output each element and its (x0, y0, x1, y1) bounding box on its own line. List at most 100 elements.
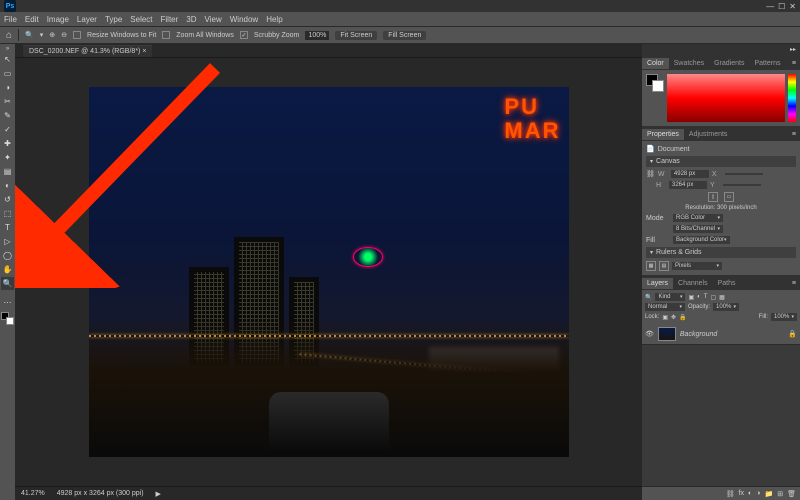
brush-tool[interactable]: ✦ (1, 151, 14, 164)
tab-color[interactable]: Color (642, 58, 669, 69)
tab-paths[interactable]: Paths (713, 278, 741, 289)
menu-3d[interactable]: 3D (186, 15, 196, 24)
move-tool[interactable]: ↖ (1, 53, 14, 66)
layer-mask-icon[interactable]: ◐ (748, 490, 752, 497)
lock-all-icon[interactable]: 🔒 (679, 314, 686, 321)
tab-swatches[interactable]: Swatches (669, 58, 709, 69)
filter-pixel-icon[interactable]: ▣ (688, 294, 694, 301)
pen-tool[interactable]: ▷ (1, 235, 14, 248)
fit-screen-button[interactable]: Fit Screen (335, 31, 377, 40)
layer-thumbnail[interactable] (658, 327, 676, 341)
menu-image[interactable]: Image (47, 15, 69, 24)
gradient-tool[interactable]: ⬚ (1, 207, 14, 220)
adjustment-layer-icon[interactable]: ◑ (756, 490, 760, 497)
layers-panel-menu-icon[interactable]: ≡ (788, 280, 800, 287)
lock-position-icon[interactable]: ✥ (671, 314, 676, 321)
fill-dropdown[interactable]: Background Color (673, 236, 730, 244)
blend-mode-dropdown[interactable]: Normal (645, 303, 685, 311)
delete-layer-icon[interactable]: 🗑 (787, 490, 796, 498)
close-button[interactable]: ✕ (789, 2, 796, 11)
layer-group-icon[interactable]: 📁 (765, 490, 774, 498)
tab-properties[interactable]: Properties (642, 129, 684, 140)
rulers-section-header[interactable]: Rulers & Grids (646, 247, 796, 258)
menu-layer[interactable]: Layer (77, 15, 97, 24)
collapse-panels-icon[interactable]: ▸▸ (790, 46, 796, 53)
tab-patterns[interactable]: Patterns (749, 58, 785, 69)
filter-adjust-icon[interactable]: ◐ (697, 294, 701, 300)
tab-gradients[interactable]: Gradients (709, 58, 749, 69)
menu-view[interactable]: View (205, 15, 222, 24)
layer-fx-icon[interactable]: fx (739, 490, 744, 497)
grid-toggle-icon[interactable]: ▤ (659, 261, 669, 271)
layer-name[interactable]: Background (680, 331, 717, 338)
menu-window[interactable]: Window (230, 15, 258, 24)
history-brush-tool[interactable]: ◐ (1, 179, 14, 192)
menu-file[interactable]: File (4, 15, 17, 24)
fill-screen-button[interactable]: Fill Screen (383, 31, 426, 40)
orientation-portrait-button[interactable]: ▯ (708, 192, 718, 202)
color-fgbg-swatch[interactable] (646, 74, 664, 92)
layer-visibility-icon[interactable]: 👁 (645, 330, 654, 338)
layer-filter-kind[interactable]: Kind (655, 293, 685, 301)
eyedropper-tool[interactable]: ✓ (1, 123, 14, 136)
bit-depth-dropdown[interactable]: 8 Bits/Channel (673, 225, 723, 233)
layer-fill-input[interactable]: 100% (771, 313, 797, 321)
canvas-section-header[interactable]: Canvas (646, 156, 796, 167)
close-tab-icon[interactable]: × (142, 48, 146, 55)
menu-filter[interactable]: Filter (161, 15, 179, 24)
rulers-unit-dropdown[interactable]: Pixels (672, 262, 722, 270)
zoom-tool[interactable]: 🔍 (1, 277, 14, 290)
link-wh-icon[interactable]: ⛓ (646, 170, 655, 178)
layer-item-background[interactable]: 👁 Background 🔒 (642, 324, 800, 345)
orientation-landscape-button[interactable]: ▭ (724, 192, 734, 202)
opacity-input[interactable]: 100% (713, 303, 739, 311)
menu-select[interactable]: Select (130, 15, 152, 24)
rulers-toggle-icon[interactable]: ▦ (646, 261, 656, 271)
zoom-out-icon[interactable]: ⊖ (61, 31, 67, 39)
status-chevron-icon[interactable]: ▶ (156, 490, 161, 498)
filter-smart-icon[interactable]: ▦ (719, 294, 725, 301)
layer-filter-icon[interactable]: 🔍 (645, 294, 652, 301)
marquee-tool[interactable]: ▭ (1, 67, 14, 80)
home-button[interactable]: ⌂ (6, 30, 12, 41)
width-input[interactable]: 4928 px (671, 170, 709, 178)
scrubby-zoom-checkbox[interactable] (240, 31, 248, 39)
height-input[interactable]: 3264 px (669, 181, 707, 189)
document-tab[interactable]: DSC_0200.NEF @ 41.3% (RGB/8*) × (23, 45, 152, 57)
shape-tool[interactable]: ◯ (1, 249, 14, 262)
crop-tool[interactable]: ✂ (1, 95, 14, 108)
document-canvas[interactable]: PUMAR (89, 87, 569, 457)
new-layer-icon[interactable]: ⊞ (777, 490, 783, 498)
y-input[interactable] (723, 184, 761, 186)
menu-edit[interactable]: Edit (25, 15, 39, 24)
frame-tool[interactable]: ✎ (1, 109, 14, 122)
maximize-button[interactable]: ☐ (778, 2, 785, 11)
color-field[interactable] (667, 74, 785, 122)
lasso-tool[interactable]: ◑ (1, 81, 14, 94)
tab-layers[interactable]: Layers (642, 278, 673, 289)
zoom-in-icon[interactable]: ⊕ (49, 31, 55, 39)
layer-lock-icon[interactable]: 🔒 (788, 330, 797, 338)
filter-shape-icon[interactable]: ▢ (710, 294, 716, 301)
toolbar-chevron-icon[interactable]: » (6, 46, 9, 52)
foreground-background-colors[interactable] (1, 312, 14, 325)
edit-toolbar-icon[interactable]: ⋯ (1, 296, 14, 309)
chevron-down-icon[interactable]: ▾ (40, 31, 44, 39)
x-input[interactable] (725, 173, 763, 175)
hand-tool[interactable]: ✋ (1, 263, 14, 276)
lock-pixels-icon[interactable]: ▣ (662, 314, 668, 321)
minimize-button[interactable]: — (766, 2, 774, 11)
menu-type[interactable]: Type (105, 15, 122, 24)
resize-fit-checkbox[interactable] (73, 31, 81, 39)
zoom-all-checkbox[interactable] (162, 31, 170, 39)
stamp-tool[interactable]: ▤ (1, 165, 14, 178)
hue-slider[interactable] (788, 74, 796, 122)
filter-type-icon[interactable]: T (704, 294, 708, 300)
tab-adjustments[interactable]: Adjustments (684, 129, 733, 140)
color-panel-menu-icon[interactable]: ≡ (788, 60, 800, 67)
tab-channels[interactable]: Channels (673, 278, 713, 289)
healing-tool[interactable]: ✚ (1, 137, 14, 150)
zoom-percent-input[interactable]: 100% (305, 31, 329, 40)
tool-preset-icon[interactable]: 🔍 (25, 31, 34, 39)
menu-help[interactable]: Help (266, 15, 282, 24)
